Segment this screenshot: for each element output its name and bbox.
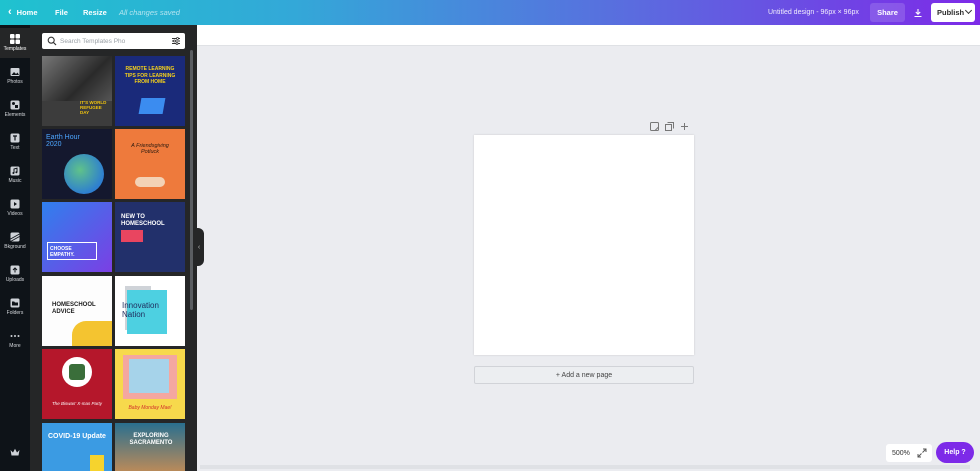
chevron-left-icon: ‹ bbox=[8, 6, 12, 18]
rail-label: Uploads bbox=[5, 277, 25, 283]
more-icon bbox=[10, 335, 20, 337]
chevron-down-icon bbox=[964, 6, 973, 15]
rail-label: Music bbox=[8, 178, 22, 184]
help-button[interactable]: Help ? bbox=[936, 442, 974, 463]
template-text: IT'S WORLD REFUGEE DAY bbox=[80, 100, 107, 115]
search-input[interactable] bbox=[60, 37, 170, 45]
template-text: NEW TO HOMESCHOOL bbox=[121, 214, 165, 228]
template-text: Baby Monday Mae! bbox=[128, 405, 172, 411]
template-thumb[interactable]: IT'S WORLD REFUGEE DAY bbox=[42, 56, 112, 126]
rail-item-photos[interactable]: Photos bbox=[0, 61, 30, 91]
design-title[interactable]: Untitled design - 96px × 96px bbox=[768, 0, 859, 25]
save-status: All changes saved bbox=[119, 8, 180, 17]
home-button[interactable]: ‹ Home bbox=[8, 0, 38, 25]
elements-icon bbox=[10, 100, 20, 110]
templates-icon bbox=[10, 34, 20, 44]
template-text: The Biswas' X-mas Party bbox=[51, 401, 103, 406]
add-page-icon[interactable] bbox=[680, 122, 689, 131]
uploads-icon bbox=[10, 265, 20, 275]
filter-icon[interactable] bbox=[171, 36, 181, 46]
search-bar[interactable] bbox=[42, 33, 185, 49]
background-icon bbox=[10, 232, 20, 242]
rail-item-background[interactable]: Bkground bbox=[0, 226, 30, 256]
rail-label: Bkground bbox=[4, 244, 26, 250]
zoom-control[interactable]: 500% bbox=[886, 444, 932, 462]
rail-label: Videos bbox=[7, 211, 23, 217]
text-icon bbox=[10, 133, 20, 143]
template-thumb[interactable]: EXPLORING SACRAMENTO bbox=[115, 423, 185, 471]
rail-item-music[interactable]: Music bbox=[0, 160, 30, 190]
panel-scrollbar[interactable] bbox=[190, 50, 193, 310]
rail-item-text[interactable]: Text bbox=[0, 127, 30, 157]
rail-label: Templates bbox=[3, 46, 27, 52]
template-thumb[interactable]: COVID-19 Update bbox=[42, 423, 112, 471]
music-icon bbox=[10, 166, 20, 176]
rail-label: More bbox=[9, 343, 21, 349]
rail-item-folders[interactable]: Folders bbox=[0, 292, 30, 322]
template-thumb[interactable]: A Friendsgiving Potluck bbox=[115, 129, 185, 199]
left-rail: Templates Photos Elements Text Music Vid… bbox=[0, 25, 30, 471]
collapse-panel-button[interactable]: ‹ bbox=[194, 228, 204, 266]
rail-label: Folders bbox=[6, 310, 24, 316]
template-text: HOMESCHOOL ADVICE bbox=[52, 302, 96, 316]
download-button[interactable] bbox=[908, 3, 928, 22]
photos-icon bbox=[10, 68, 20, 76]
expand-icon[interactable] bbox=[917, 448, 927, 458]
template-thumb[interactable]: HOMESCHOOL ADVICE bbox=[42, 276, 112, 346]
rail-item-elements[interactable]: Elements bbox=[0, 94, 30, 124]
template-thumb[interactable]: Earth Hour 2020 bbox=[42, 129, 112, 199]
template-thumb[interactable]: REMOTE LEARNING TIPS FOR LEARNING FROM H… bbox=[115, 56, 185, 126]
rail-label: Elements bbox=[4, 112, 26, 118]
download-icon bbox=[914, 8, 922, 17]
crown-icon[interactable] bbox=[10, 448, 20, 457]
horizontal-scrollbar[interactable] bbox=[200, 465, 970, 469]
template-text: EXPLORING SACRAMENTO bbox=[129, 433, 173, 447]
chevron-left-icon: ‹ bbox=[197, 243, 201, 251]
page-tools bbox=[650, 122, 689, 131]
resize-button[interactable]: Resize bbox=[83, 0, 107, 25]
rail-item-videos[interactable]: Videos bbox=[0, 193, 30, 223]
design-page[interactable] bbox=[474, 135, 694, 355]
search-icon bbox=[47, 36, 57, 46]
note-icon[interactable] bbox=[650, 122, 659, 131]
videos-icon bbox=[10, 199, 20, 209]
template-text: Innovation Nation bbox=[122, 301, 159, 319]
template-text: A Friendsgiving Potluck bbox=[131, 143, 169, 155]
rail-label: Text bbox=[10, 145, 20, 151]
duplicate-page-icon[interactable] bbox=[665, 122, 674, 131]
share-button[interactable]: Share bbox=[870, 3, 905, 22]
template-thumb[interactable]: NEW TO HOMESCHOOL bbox=[115, 202, 185, 272]
template-text: CHOOSE EMPATHY. bbox=[50, 246, 75, 258]
folders-icon bbox=[10, 298, 20, 308]
template-text: COVID-19 Update bbox=[48, 433, 106, 440]
rail-label: Photos bbox=[7, 79, 23, 85]
canvas-toolbar bbox=[197, 25, 980, 46]
rail-item-templates[interactable]: Templates bbox=[0, 28, 30, 58]
add-page-button[interactable]: + Add a new page bbox=[474, 366, 694, 384]
rail-item-more[interactable]: More bbox=[0, 325, 30, 355]
publish-button[interactable]: Publish bbox=[931, 3, 975, 22]
home-label: Home bbox=[16, 8, 38, 17]
template-thumb[interactable]: The Biswas' X-mas Party bbox=[42, 349, 112, 419]
template-thumb[interactable]: Baby Monday Mae! bbox=[115, 349, 185, 419]
template-thumb[interactable]: CHOOSE EMPATHY. bbox=[42, 202, 112, 272]
template-thumb[interactable]: Innovation Nation bbox=[115, 276, 185, 346]
template-text: Earth Hour 2020 bbox=[46, 134, 80, 148]
publish-label: Publish bbox=[937, 8, 965, 17]
template-text: REMOTE LEARNING TIPS FOR LEARNING FROM H… bbox=[124, 66, 176, 85]
file-menu-button[interactable]: File bbox=[55, 0, 68, 25]
top-bar: ‹ Home File Resize All changes saved Unt… bbox=[0, 0, 980, 25]
zoom-level: 500% bbox=[892, 449, 910, 457]
rail-item-uploads[interactable]: Uploads bbox=[0, 259, 30, 289]
